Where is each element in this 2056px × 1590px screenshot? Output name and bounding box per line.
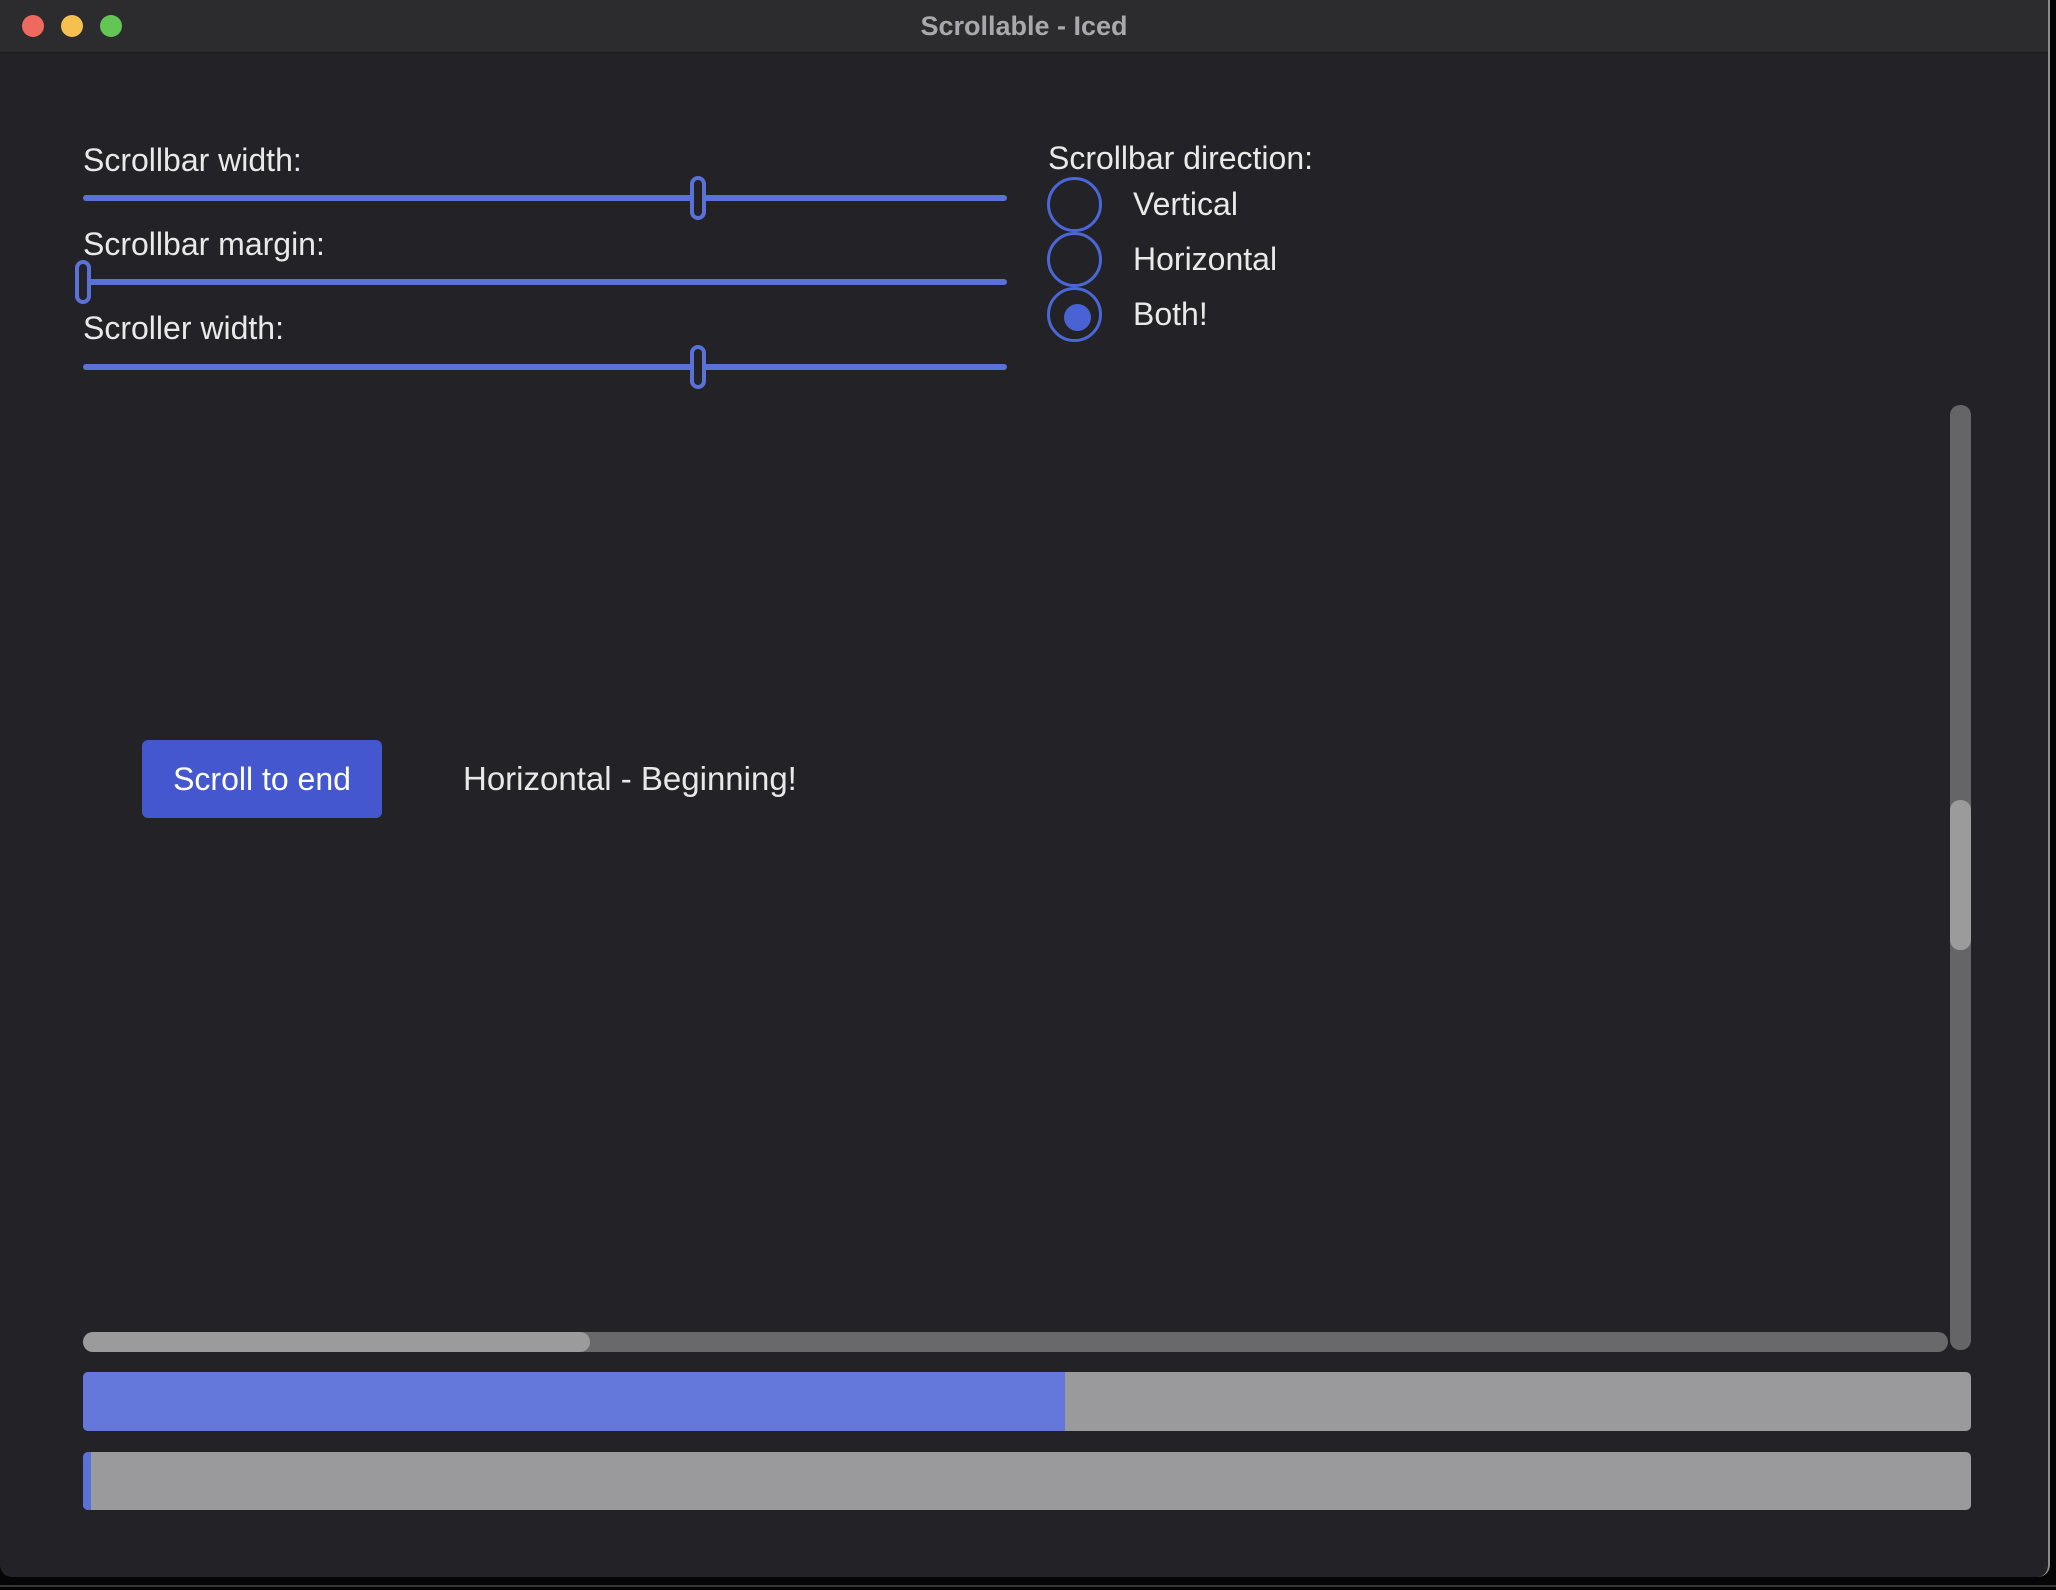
slider-handle[interactable] [75,260,91,304]
progress-fill [83,1372,1065,1431]
radio-option-vertical[interactable]: Vertical [1047,177,1377,232]
radio-option-both[interactable]: Both! [1047,287,1377,342]
scrollbar-margin-slider[interactable] [83,260,1007,304]
vertical-scrollbar-track[interactable] [1950,405,1971,1350]
radio-circle-icon [1047,177,1102,232]
progress-fill [83,1452,91,1510]
slider-handle[interactable] [690,176,706,220]
radio-label: Both! [1133,287,1208,342]
radio-circle-icon [1047,232,1102,287]
radio-label: Horizontal [1133,232,1277,287]
radio-label: Vertical [1133,177,1238,232]
scroll-to-end-button[interactable]: Scroll to end [142,740,382,818]
horizontal-scrollbar-thumb[interactable] [83,1332,590,1352]
status-text: Horizontal - Beginning! [463,740,797,818]
vertical-progress-bar [83,1452,1971,1510]
horizontal-progress-bar [83,1372,1971,1431]
window-title: Scrollable - Iced [0,0,2048,52]
scrollbar-width-slider[interactable] [83,176,1007,220]
scroller-width-slider[interactable] [83,345,1007,389]
radio-dot-icon [1064,304,1091,331]
slider-label-scrollbar-margin: Scrollbar margin: [83,226,325,263]
background-edge-line [0,1585,2056,1587]
slider-rail [83,279,1007,285]
slider-label-scroller-width: Scroller width: [83,310,284,347]
slider-label-scrollbar-width: Scrollbar width: [83,142,302,179]
slider-rail [83,364,1007,370]
slider-handle[interactable] [690,345,706,389]
minimize-button[interactable] [61,15,83,37]
title-bar: Scrollable - Iced [0,0,2048,53]
horizontal-scrollbar-track[interactable] [83,1332,1948,1352]
zoom-button[interactable] [100,15,122,37]
radio-group-label: Scrollbar direction: [1048,140,1313,177]
slider-rail [83,195,1007,201]
radio-circle-icon [1047,287,1102,342]
app-window: Scrollable - Iced Scrollbar width: Scrol… [0,0,2050,1577]
close-button[interactable] [22,15,44,37]
radio-option-horizontal[interactable]: Horizontal [1047,232,1377,287]
vertical-scrollbar-thumb[interactable] [1950,800,1971,950]
